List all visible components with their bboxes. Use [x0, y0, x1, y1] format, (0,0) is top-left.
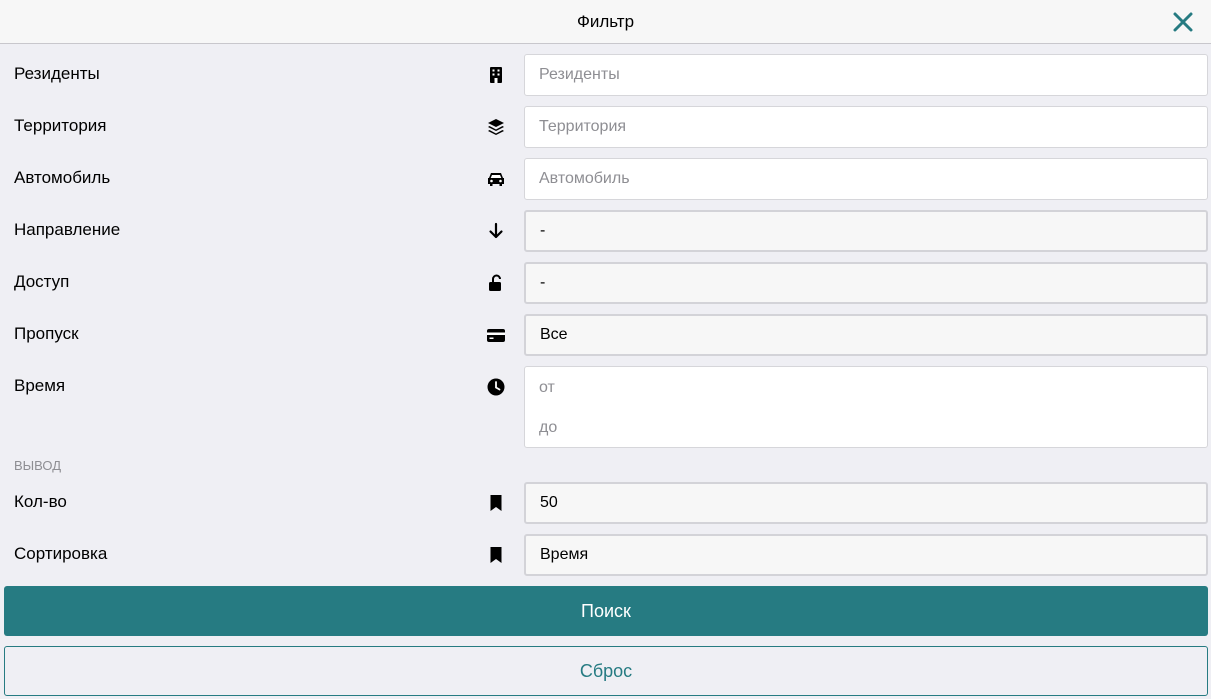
- sort-label: Сортировка: [14, 544, 108, 563]
- layers-icon: [488, 119, 504, 135]
- count-select[interactable]: 50: [524, 482, 1208, 524]
- territory-input[interactable]: [524, 106, 1208, 148]
- reset-button[interactable]: Сброс: [4, 646, 1208, 696]
- residents-label: Резиденты: [14, 64, 100, 83]
- car-icon: [488, 173, 504, 186]
- building-icon: [490, 67, 502, 83]
- close-button[interactable]: [1171, 10, 1195, 34]
- time-from-field[interactable]: от: [539, 379, 555, 397]
- clock-icon: [487, 378, 505, 396]
- filter-header: Фильтр: [0, 0, 1211, 44]
- sort-select[interactable]: Время: [524, 534, 1208, 576]
- search-button[interactable]: Поиск: [4, 586, 1208, 636]
- unlock-icon: [489, 274, 501, 291]
- count-label: Кол-во: [14, 492, 67, 511]
- pass-select[interactable]: Все: [524, 314, 1208, 356]
- arrow-down-icon: [489, 222, 503, 239]
- direction-select[interactable]: -: [524, 210, 1208, 252]
- bookmark-icon: [490, 495, 502, 511]
- output-section-label: вывод: [14, 458, 62, 473]
- direction-label: Направление: [14, 220, 121, 239]
- car-input[interactable]: [524, 158, 1208, 200]
- time-label: Время: [14, 376, 66, 395]
- car-label: Автомобиль: [14, 168, 111, 187]
- residents-input[interactable]: [524, 54, 1208, 96]
- pass-label: Пропуск: [14, 324, 79, 343]
- time-range-box: от до: [524, 366, 1208, 448]
- close-icon: [1173, 12, 1193, 32]
- territory-label: Территория: [14, 116, 107, 135]
- bookmark-icon: [490, 547, 502, 563]
- page-title: Фильтр: [576, 12, 635, 31]
- time-to-field[interactable]: до: [539, 419, 557, 437]
- access-label: Доступ: [14, 272, 70, 291]
- access-select[interactable]: -: [524, 262, 1208, 304]
- credit-card-icon: [487, 329, 505, 342]
